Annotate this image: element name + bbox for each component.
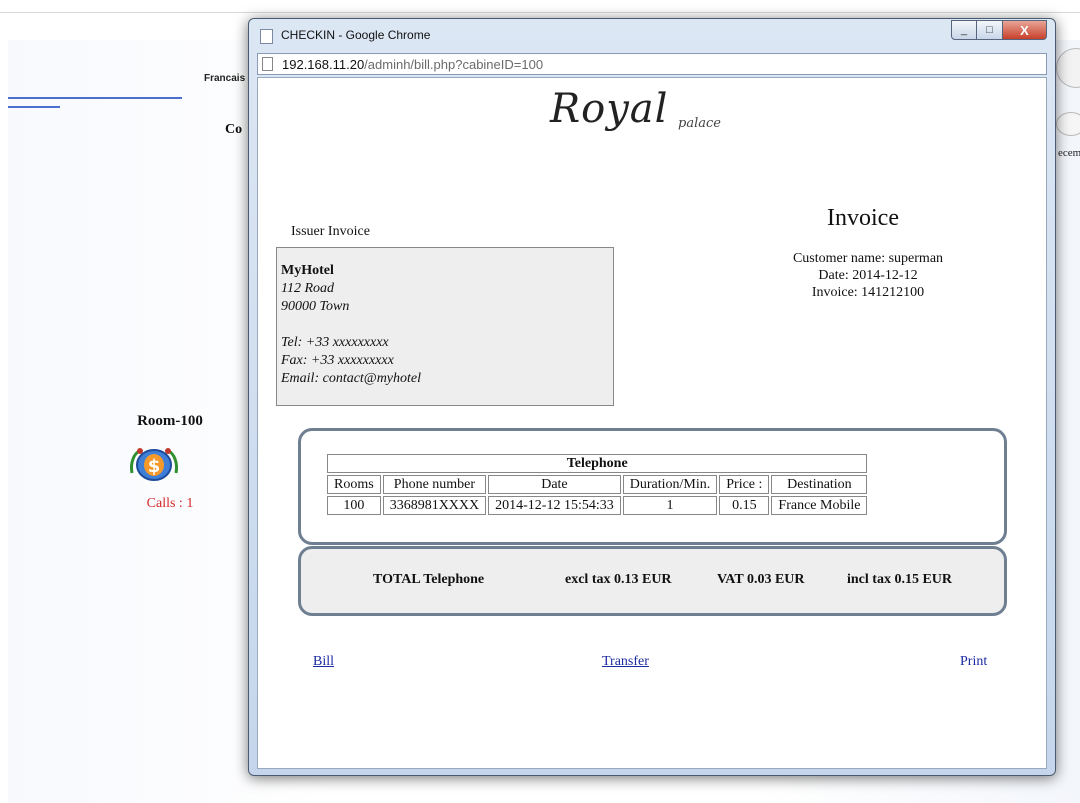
- room-billing-icon[interactable]: $: [128, 443, 180, 483]
- table-cell: 0.15: [719, 496, 770, 515]
- calls-count: Calls : 1: [146, 496, 194, 511]
- logo-sub-text: palace: [678, 116, 721, 131]
- minimize-button[interactable]: _: [951, 20, 977, 40]
- column-header: Destination: [771, 475, 868, 494]
- royal-palace-logo: Royal palace: [550, 86, 760, 146]
- url-text[interactable]: 192.168.11.20/adminh/bill.php?cabineID=1…: [282, 57, 543, 72]
- maximize-button[interactable]: □: [977, 20, 1003, 40]
- address-bar[interactable]: 192.168.11.20/adminh/bill.php?cabineID=1…: [257, 53, 1047, 75]
- customer-name: Customer name: superman: [792, 251, 944, 266]
- table-cell: 3368981XXXX: [382, 496, 487, 515]
- page-content: Royal palace Issuer Invoice MyHotel 112 …: [257, 77, 1047, 769]
- table-cell: 2014-12-12 15:54:33: [488, 496, 621, 515]
- invoice-meta: Customer name: superman Date: 2014-12-12…: [758, 250, 978, 301]
- language-link[interactable]: Francais: [204, 73, 245, 84]
- invoice-title: Invoice: [827, 205, 899, 231]
- room-label[interactable]: Room-100: [116, 413, 224, 430]
- issuer-label: Issuer Invoice: [291, 224, 370, 239]
- invoice-date: Date: 2014-12-12: [818, 268, 918, 283]
- issuer-email: Email: contact@myhotel: [281, 371, 422, 386]
- total-label: TOTAL Telephone: [373, 572, 485, 587]
- table-caption: Telephone: [327, 454, 868, 473]
- transfer-link[interactable]: Transfer: [602, 654, 649, 670]
- issuer-box: MyHotel 112 Road 90000 Town Tel: +33 xxx…: [276, 247, 614, 406]
- column-header: Date: [488, 475, 621, 494]
- close-button[interactable]: X: [1003, 20, 1047, 40]
- invoice-number: Invoice: 141212100: [811, 285, 925, 300]
- total-excl-tax: excl tax 0.13 EUR: [565, 572, 672, 587]
- window-controls: _ □ X: [951, 20, 1047, 40]
- calendar-icon: [1056, 112, 1080, 136]
- table-row: 100 3368981XXXX 2014-12-12 15:54:33 1 0.…: [327, 496, 868, 515]
- popup-window: CHECKIN - Google Chrome _ □ X 192.168.11…: [248, 18, 1056, 776]
- menu-underline: [8, 97, 182, 99]
- page-icon: [262, 57, 273, 71]
- column-header: Rooms: [327, 475, 381, 494]
- issuer-name: MyHotel: [281, 263, 334, 278]
- logo-main-text: Royal: [550, 86, 669, 132]
- table-cell: France Mobile: [771, 496, 868, 515]
- total-vat: VAT 0.03 EUR: [717, 572, 805, 587]
- total-incl-tax: incl tax 0.15 EUR: [847, 572, 952, 587]
- issuer-tel: Tel: +33 xxxxxxxxx: [281, 335, 389, 350]
- table-header-row: Rooms Phone number Date Duration/Min. Pr…: [327, 475, 868, 494]
- issuer-address-2: 90000 Town: [281, 299, 350, 314]
- top-divider: [0, 12, 1080, 13]
- issuer-address-1: 112 Road: [281, 281, 335, 296]
- column-header: Duration/Min.: [622, 475, 718, 494]
- issuer-fax: Fax: +33 xxxxxxxxx: [281, 353, 394, 368]
- menu-underline-short: [8, 106, 60, 108]
- bill-link[interactable]: Bill: [313, 654, 334, 670]
- telephone-table: Telephone Rooms Phone number Date Durati…: [325, 452, 869, 517]
- column-header: Phone number: [382, 475, 487, 494]
- heading-fragment: Co: [225, 122, 243, 137]
- column-header: Price :: [719, 475, 770, 494]
- table-cell: 1: [622, 496, 718, 515]
- page-icon: [260, 29, 273, 44]
- window-title: CHECKIN - Google Chrome: [281, 28, 431, 42]
- totals-section: TOTAL Telephone excl tax 0.13 EUR VAT 0.…: [298, 546, 1007, 616]
- url-path: /adminh/bill.php?cabineID=100: [364, 57, 544, 72]
- table-cell: 100: [327, 496, 381, 515]
- svg-text:$: $: [148, 456, 161, 477]
- date-fragment: ecem: [1058, 147, 1080, 159]
- telephone-section: Telephone Rooms Phone number Date Durati…: [298, 428, 1007, 545]
- url-host: 192.168.11.20: [282, 57, 365, 72]
- print-link[interactable]: Print: [960, 654, 987, 670]
